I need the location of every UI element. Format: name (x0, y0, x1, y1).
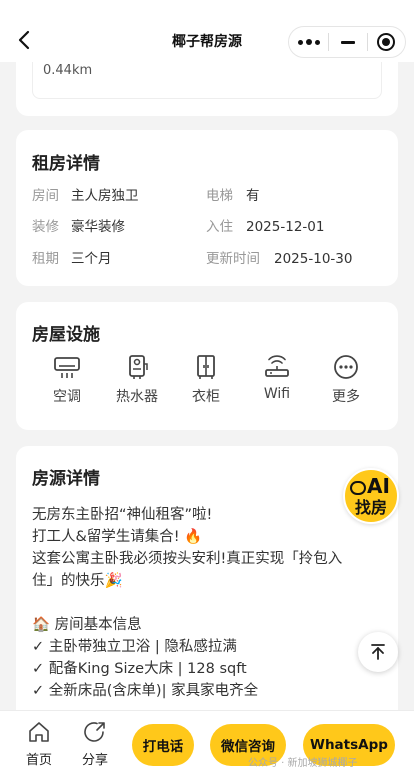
room-type-row: 房间 主人房独卫 (32, 184, 139, 204)
rent-details-heading-text: 租房详情 (32, 154, 100, 174)
target-close-icon (377, 33, 396, 51)
ai-find-home-button[interactable]: AI 找房 (343, 468, 399, 524)
robot-face-icon (350, 480, 366, 495)
minimize-icon (340, 40, 355, 44)
facility-label: 衣柜 (192, 389, 220, 405)
more-icon (334, 355, 358, 379)
description-line: 无房东主卧招“神仙租客”啦! (32, 507, 213, 523)
description-line: 住」的快乐🎉 (32, 573, 123, 589)
listing-details-card: 房源详情 无房东主卧招“神仙租客”啦! 打工人&留学生请集合! 🔥 这套公寓主卧… (16, 446, 398, 746)
room-type-label: 房间 (32, 188, 59, 204)
description-line (32, 592, 382, 614)
facilities-card: 房屋设施 空调 热水器 衣柜 Wifi 更多 (16, 302, 398, 430)
decoration-label: 装修 (32, 219, 59, 235)
arrow-up-to-top-icon (371, 644, 385, 660)
lease-term-label: 租期 (32, 251, 59, 267)
ai-badge-top-text: AI (367, 474, 390, 498)
listing-description: 无房东主卧招“神仙租客”啦! 打工人&留学生请集合! 🔥 这套公寓主卧我必须按头… (32, 504, 382, 702)
facilities-heading: 房屋设施 (32, 320, 100, 345)
water-heater-icon (129, 355, 148, 379)
facility-wardrobe[interactable]: 衣柜 (176, 354, 236, 406)
ai-badge-bottom-text: 找房 (355, 498, 388, 517)
listing-details-heading: 房源详情 (32, 464, 100, 489)
close-mini-program-button[interactable] (368, 33, 405, 51)
tab-share[interactable]: 分享 (70, 721, 120, 768)
tab-home-label: 首页 (25, 753, 52, 768)
description-line: 🏠 房间基本信息 (32, 617, 142, 633)
dot-icon (305, 39, 312, 45)
move-in-value: 2025-12-01 (246, 219, 325, 235)
facility-air-conditioner[interactable]: 空调 (37, 354, 97, 406)
wifi-router-icon (265, 355, 289, 377)
dot-icon (297, 39, 303, 45)
tab-share-label: 分享 (81, 753, 108, 768)
share-icon (84, 722, 105, 742)
updated-label: 更新时间 (206, 251, 260, 267)
description-line: ✓ 主卧带独立卫浴 | 隐私感拉满 (32, 639, 237, 655)
facility-label: 更多 (332, 389, 360, 405)
watermark: 公众号 · 新加坡狮城椰子 (248, 758, 358, 769)
facility-label: Wifi (263, 386, 291, 402)
move-in-label: 入住 (206, 219, 233, 235)
ai-badge-top: AI (350, 475, 390, 497)
mini-program-capsule (288, 26, 406, 58)
rent-details-heading: 租房详情 (32, 149, 100, 174)
minimize-button[interactable] (329, 40, 366, 44)
description-line: ✓ 配备King Size大床 | 128 sqft (32, 661, 247, 677)
room-type-value: 主人房独卫 (71, 188, 139, 204)
elevator-row: 电梯有 (206, 184, 260, 204)
decoration-row: 装修 豪华装修 (32, 215, 125, 235)
facility-label: 空调 (53, 389, 81, 405)
elevator-label: 电梯 (206, 188, 233, 204)
facility-water-heater[interactable]: 热水器 (107, 354, 167, 406)
facility-wifi[interactable]: Wifi (247, 354, 307, 402)
description-line: ✓ 全新床品(含床单)| 家具家电齐全 (32, 683, 259, 699)
wardrobe-icon (197, 355, 215, 379)
facilities-heading-text: 房屋设施 (32, 325, 100, 345)
top-navigation-bar: 椰子帮房源 (0, 0, 414, 62)
description-line: 打工人&留学生请集合! 🔥 (32, 529, 203, 545)
facility-more[interactable]: 更多 (316, 354, 376, 406)
air-conditioner-icon (54, 357, 80, 378)
lease-term-row: 租期 三个月 (32, 247, 112, 267)
move-in-row: 入住 2025-12-01 (206, 215, 324, 235)
updated-row: 更新时间 2025-10-30 (206, 247, 352, 267)
elevator-value: 有 (246, 188, 260, 204)
more-options-button[interactable] (289, 39, 328, 45)
rent-details-card: 租房详情 房间 主人房独卫 电梯有 装修 豪华装修 入住 2025-12-01 租期三… (16, 130, 398, 286)
description-line: 这套公寓主卧我必须按头安利!真正实现「拎包入 (32, 551, 343, 567)
dot-icon (314, 39, 320, 45)
home-icon (29, 722, 49, 742)
facility-label: 热水器 (116, 389, 158, 405)
back-to-top-button[interactable] (358, 632, 398, 672)
decoration-value: 豪华装修 (71, 219, 125, 235)
tab-home[interactable]: 首页 (14, 721, 64, 768)
call-button[interactable]: 打电话 (132, 724, 194, 766)
updated-value: 2025-10-30 (274, 251, 353, 267)
bottom-action-bar: 首页 分享 打电话 微信咨询 WhatsApp (0, 710, 414, 780)
listing-details-heading-text: 房源详情 (32, 469, 100, 489)
lease-term-value: 三个月 (71, 251, 112, 267)
